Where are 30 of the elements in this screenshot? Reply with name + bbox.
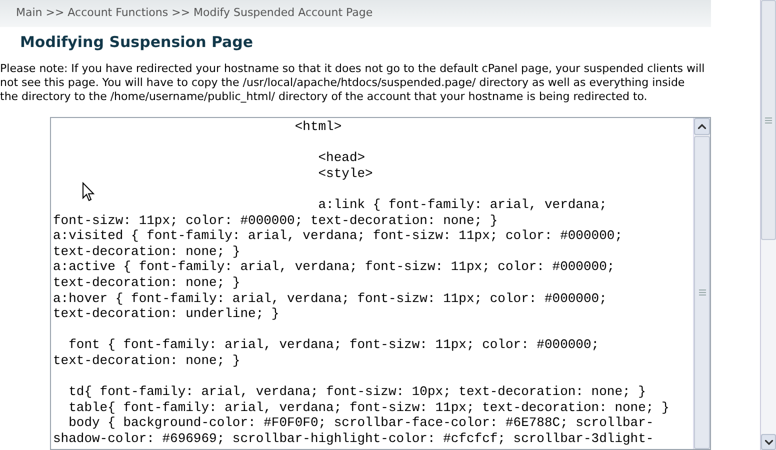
code-line: a:hover { font-family: arial, verdana; font-sizw: 11px; color: #000000; bbox=[53, 290, 608, 306]
grip-icon bbox=[765, 116, 772, 124]
code-line: text-decoration: underline; } bbox=[53, 306, 280, 322]
code-line: td{ font-family: arial, verdana; font-sizw: 10px; text-decoration: none; } bbox=[68, 384, 647, 400]
breadcrumb: Main >> Account Functions >> Modify Suspended Account Page bbox=[16, 5, 373, 22]
caret-down-icon bbox=[764, 440, 772, 444]
code-line: table{ font-family: arial, verdana; font-sizw: 11px; text-decoration: none; } bbox=[68, 400, 670, 416]
caret-up-icon bbox=[698, 124, 706, 129]
code-line: <html> bbox=[294, 119, 343, 135]
code-line: font { font-family: arial, verdana; font-sizw: 11px; color: #000000; bbox=[68, 337, 600, 353]
code-line: a:visited { font-family: arial, verdana; font-sizw: 11px; color: #000000; bbox=[53, 228, 624, 244]
code-line: text-decoration: none; } bbox=[53, 244, 242, 260]
code-line: <head> bbox=[317, 150, 366, 166]
code-text-area[interactable] bbox=[50, 117, 711, 450]
page-scrollbar[interactable] bbox=[760, 0, 776, 450]
mouse-cursor-icon bbox=[82, 182, 95, 202]
code-line: <style> bbox=[317, 166, 374, 182]
code-line: shadow-color: #696969; scrollbar-highlight-color: #cfcfcf; scrollbar-3dlight- bbox=[53, 430, 655, 446]
page-heading: Modifying Suspension Page bbox=[19, 32, 254, 52]
grip-icon bbox=[698, 289, 706, 296]
code-line: text-decoration: none; } bbox=[53, 352, 242, 368]
code-line: body { background-color: #F0F0F0; scrollbar-face-color: #6E788C; scrollbar- bbox=[68, 415, 655, 431]
code-line: a:link { font-family: arial, verdana; bbox=[317, 196, 608, 213]
code-line: text-decoration: none; } bbox=[53, 274, 242, 291]
scroll-thumb[interactable] bbox=[761, 0, 776, 240]
scroll-up-button[interactable] bbox=[694, 118, 710, 135]
code-line: a:active { font-family: arial, verdana; font-sizw: 11px; color: #000000; bbox=[53, 259, 616, 275]
code-line: font-sizw: 11px; color: #000000; text-decoration: none; } bbox=[53, 212, 499, 228]
note-paragraph: Please note: If you have redirected your hostname so that it does not go to the default cPanel page, your suspended clients will not see this page. You will have to copy the /usr/local/apache/htdocs/suspended.page/ directory as well as everything inside the directory to the /home/username/public_html/ directory of the account that your hostname is being redirected to. bbox=[0, 62, 706, 104]
scroll-down-button[interactable] bbox=[761, 434, 776, 450]
